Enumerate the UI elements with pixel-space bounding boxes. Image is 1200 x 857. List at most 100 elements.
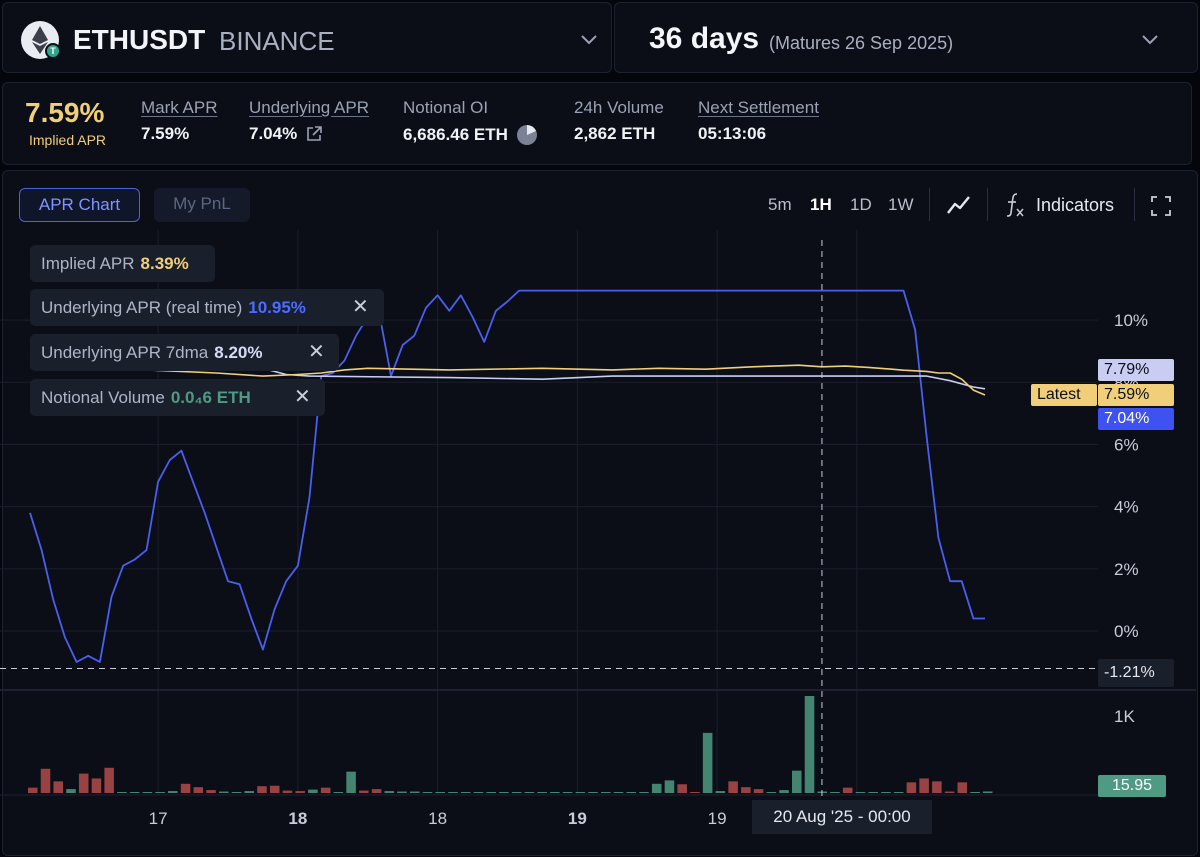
y-tick-label: 2% (1114, 560, 1139, 579)
close-icon[interactable]: ✕ (294, 379, 311, 416)
volume-bar (741, 787, 751, 793)
volume-bar (486, 792, 496, 793)
volume-bar (626, 792, 637, 793)
y-tick-label: 6% (1114, 435, 1139, 454)
underlying-apr-tag: 7.04% (1098, 408, 1174, 430)
x-tick-label: 18 (288, 809, 307, 828)
volume-bar (104, 767, 114, 793)
legend-implied-value: 8.39% (140, 254, 189, 273)
apr-chart[interactable]: 10%4%2%0%8%6%1718181919201K (0, 0, 1200, 857)
volume-bar (206, 790, 216, 793)
latest-implied-tag: 7.59% (1098, 384, 1174, 406)
volume-bar (562, 792, 573, 793)
y-tick-label: 0% (1114, 622, 1139, 641)
volume-bar (371, 789, 382, 793)
legend-implied-apr: Implied APR 8.39% (30, 245, 215, 282)
legend-notional-volume-value: 0.0₄6 ETH (170, 388, 251, 407)
volume-bar (855, 792, 866, 793)
volume-bar (422, 792, 433, 793)
volume-bar (588, 792, 598, 793)
volume-bar (66, 789, 76, 793)
volume-bar (282, 790, 293, 793)
volume-bar (435, 792, 446, 793)
volume-bar (804, 696, 815, 793)
volume-bar (142, 792, 153, 793)
volume-axis-label: 1K (1114, 707, 1135, 726)
volume-bar (919, 778, 929, 793)
volume-bar (932, 781, 942, 793)
close-icon[interactable]: ✕ (352, 289, 369, 326)
volume-value-tag: 15.95 (1098, 775, 1166, 797)
volume-bar (78, 773, 89, 793)
volume-bar (244, 791, 255, 793)
crosshair-value-tag: -1.21% (1098, 659, 1174, 687)
volume-bar (28, 787, 38, 793)
volume-bar (53, 781, 64, 793)
legend-underlying-rt-value: 10.95% (248, 298, 306, 317)
volume-bar (91, 778, 102, 793)
underlying-7dma-tag: 7.79% (1098, 359, 1174, 381)
volume-bar (575, 792, 586, 793)
x-tick-label: 18 (428, 809, 447, 828)
volume-bar (715, 791, 726, 793)
volume-bar (231, 792, 242, 793)
legend-notional-volume-label: Notional Volume (41, 388, 165, 407)
volume-bar (779, 790, 789, 793)
legend-underlying-7dma: Underlying APR 7dma 8.20% ✕ (30, 334, 339, 371)
volume-bar (40, 768, 51, 793)
latest-label-tag: Latest (1031, 384, 1097, 406)
volume-bar (524, 792, 535, 793)
y-tick-label: 4% (1114, 498, 1139, 517)
volume-bar (881, 792, 891, 793)
volume-bar (257, 786, 267, 793)
volume-bar (893, 792, 904, 793)
volume-bar (690, 792, 700, 793)
y-tick-label: 10% (1114, 311, 1148, 330)
x-tick-label: 19 (568, 809, 587, 828)
volume-bar (639, 792, 649, 793)
legend-underlying-rt: Underlying APR (real time) 10.95% ✕ (30, 289, 384, 326)
legend-implied-label: Implied APR (41, 254, 135, 273)
crosshair-time-tag: 20 Aug '25 - 00:00 (752, 800, 932, 834)
close-icon[interactable]: ✕ (308, 334, 325, 371)
volume-bar (473, 792, 484, 793)
legend-underlying-7dma-label: Underlying APR 7dma (41, 343, 209, 362)
volume-bar (155, 792, 165, 793)
volume-bar (295, 791, 305, 793)
volume-bar (868, 792, 878, 793)
volume-bar (117, 792, 127, 793)
volume-bar (384, 791, 395, 793)
volume-bar (308, 789, 318, 793)
volume-bar (944, 791, 955, 793)
legend-notional-volume: Notional Volume 0.0₄6 ETH ✕ (30, 379, 325, 416)
volume-bar (983, 791, 993, 793)
volume-bar (129, 792, 140, 793)
volume-bar (410, 791, 420, 793)
volume-bar (957, 782, 968, 793)
volume-bar (702, 732, 713, 793)
volume-bar (613, 792, 624, 793)
volume-bar (664, 780, 675, 793)
volume-bar (460, 792, 471, 793)
volume-bar (792, 770, 802, 793)
volume-bar (193, 787, 204, 793)
volume-bar (346, 771, 356, 793)
volume-bar (766, 792, 777, 793)
volume-bar (677, 784, 687, 793)
volume-bar (842, 787, 853, 793)
volume-bar (970, 792, 980, 793)
volume-bar (651, 783, 662, 793)
volume-bar (728, 781, 738, 793)
volume-bar (219, 791, 229, 793)
legend-underlying-rt-label: Underlying APR (real time) (41, 298, 243, 317)
volume-bar (499, 792, 509, 793)
x-tick-label: 19 (708, 809, 727, 828)
volume-bar (359, 790, 369, 793)
legend-underlying-7dma-value: 8.20% (214, 343, 263, 362)
volume-bar (269, 785, 280, 793)
volume-bar (830, 792, 840, 793)
volume-bar (320, 787, 331, 793)
volume-bar (550, 792, 560, 793)
volume-bar (168, 791, 178, 793)
volume-bar (906, 782, 917, 793)
